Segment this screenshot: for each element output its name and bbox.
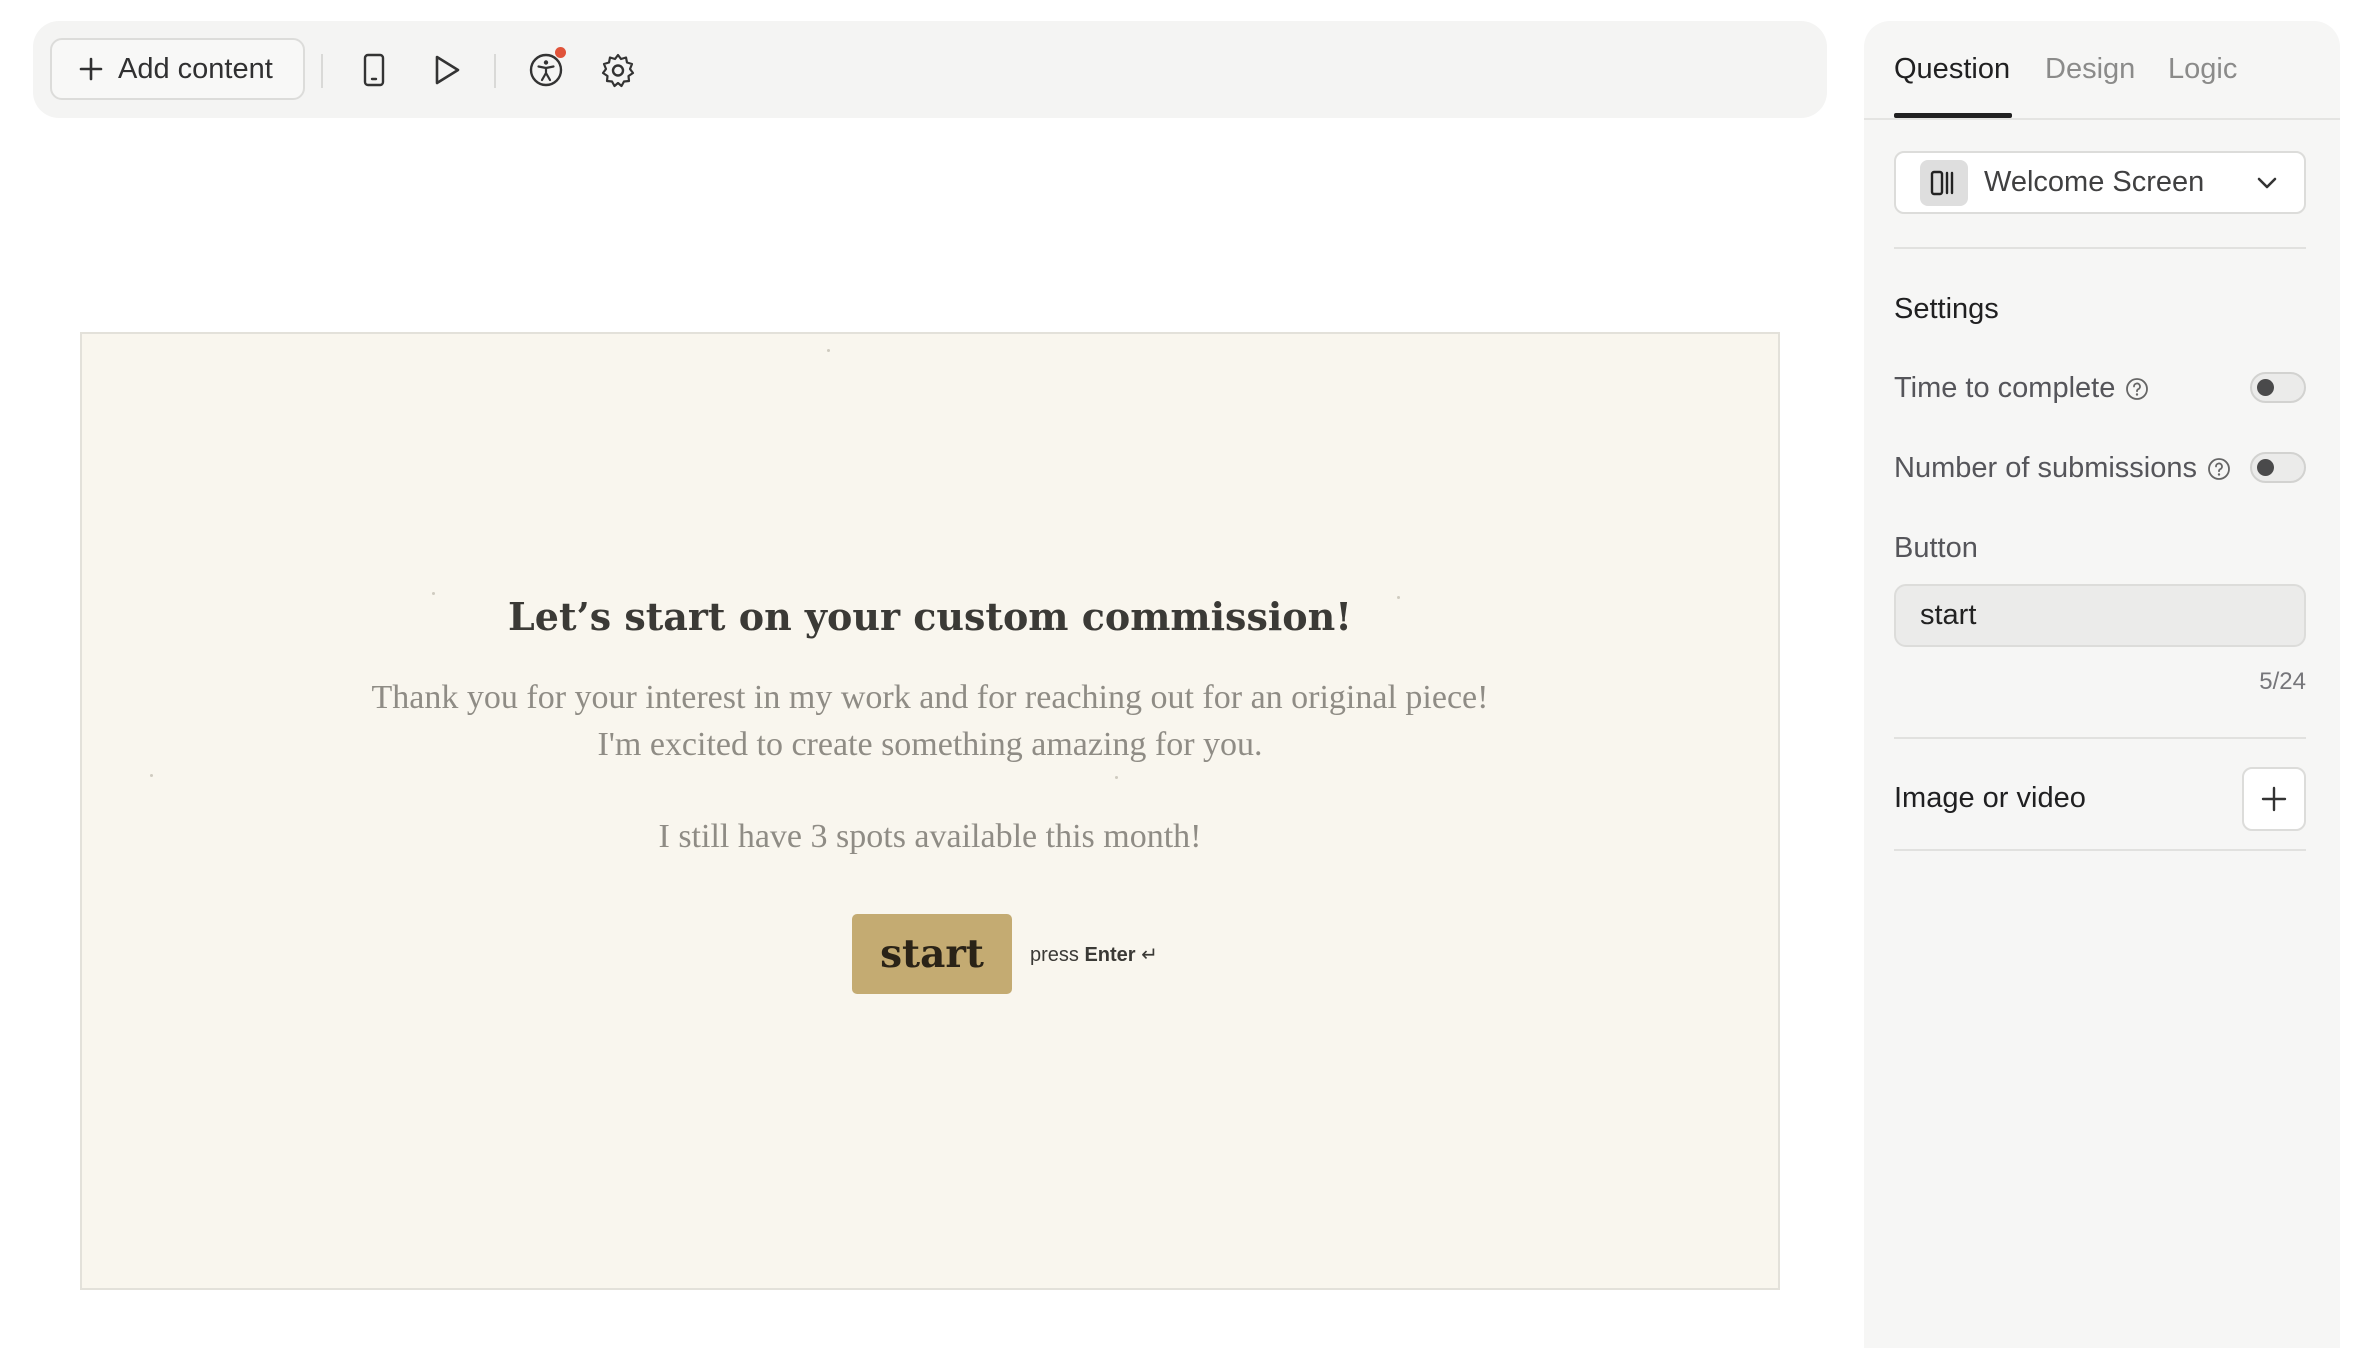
gear-icon[interactable] [593, 45, 643, 95]
plus-icon [2260, 785, 2288, 813]
form-preview-canvas: Let’s start on your custom commission! T… [80, 332, 1780, 1290]
panel-tabs: Question Design Logic [1864, 21, 2340, 120]
notification-dot [555, 47, 566, 58]
chevron-down-icon [2256, 176, 2278, 190]
active-tab-indicator [1894, 113, 2012, 118]
help-icon[interactable] [2125, 377, 2149, 401]
paper-speck [827, 349, 830, 352]
add-media-button[interactable] [2242, 767, 2306, 831]
tab-design[interactable]: Design [2045, 53, 2135, 86]
welcome-description: Thank you for your interest in my work a… [82, 674, 1778, 860]
image-or-video-heading: Image or video [1894, 782, 2086, 814]
description-line: I'm excited to create something amazing … [597, 726, 1263, 763]
plus-icon [78, 56, 104, 82]
add-content-label: Add content [118, 52, 273, 85]
hint-prefix: press [1030, 944, 1079, 966]
toolbar-divider [321, 54, 323, 88]
add-content-button[interactable]: Add content [50, 38, 305, 100]
time-to-complete-label: Time to complete [1894, 372, 2116, 404]
tab-question[interactable]: Question [1894, 53, 2010, 86]
hint-key: Enter [1084, 944, 1136, 966]
button-heading: Button [1894, 532, 1978, 564]
screen-type-label: Welcome Screen [1984, 166, 2205, 198]
help-icon[interactable] [2207, 457, 2231, 481]
welcome-screen-icon [1920, 159, 1968, 206]
number-of-submissions-label: Number of submissions [1894, 452, 2197, 484]
play-icon[interactable] [422, 45, 472, 95]
start-button[interactable]: start [852, 914, 1012, 994]
welcome-title: Let’s start on your custom commission! [508, 594, 1352, 639]
toolbar-divider [494, 54, 496, 88]
screen-type-dropdown[interactable]: Welcome Screen [1894, 151, 2306, 214]
tab-logic[interactable]: Logic [2168, 53, 2237, 86]
section-divider [1894, 247, 2306, 249]
section-divider [1894, 737, 2306, 739]
properties-panel: Question Design Logic Welcome Screen Set… [1864, 21, 2340, 1348]
toggle-knob [2257, 459, 2274, 476]
number-of-submissions-toggle[interactable] [2250, 452, 2306, 483]
toggle-knob [2257, 379, 2274, 396]
button-text-input[interactable]: start [1894, 584, 2306, 647]
description-line: I still have 3 spots available this mont… [658, 818, 1202, 855]
time-to-complete-toggle[interactable] [2250, 372, 2306, 403]
character-counter: 5/24 [2259, 668, 2306, 695]
number-of-submissions-row: Number of submissions [1894, 452, 2231, 485]
time-to-complete-row: Time to complete [1894, 372, 2149, 405]
press-enter-hint: press Enter ↵ [1030, 942, 1158, 967]
description-line: Thank you for your interest in my work a… [371, 679, 1489, 716]
editor-toolbar: Add content [33, 21, 1827, 118]
mobile-preview-icon[interactable] [349, 45, 399, 95]
settings-heading: Settings [1894, 293, 1999, 325]
accessibility-icon[interactable] [521, 45, 571, 95]
enter-icon: ↵ [1141, 944, 1158, 966]
section-divider [1894, 849, 2306, 851]
